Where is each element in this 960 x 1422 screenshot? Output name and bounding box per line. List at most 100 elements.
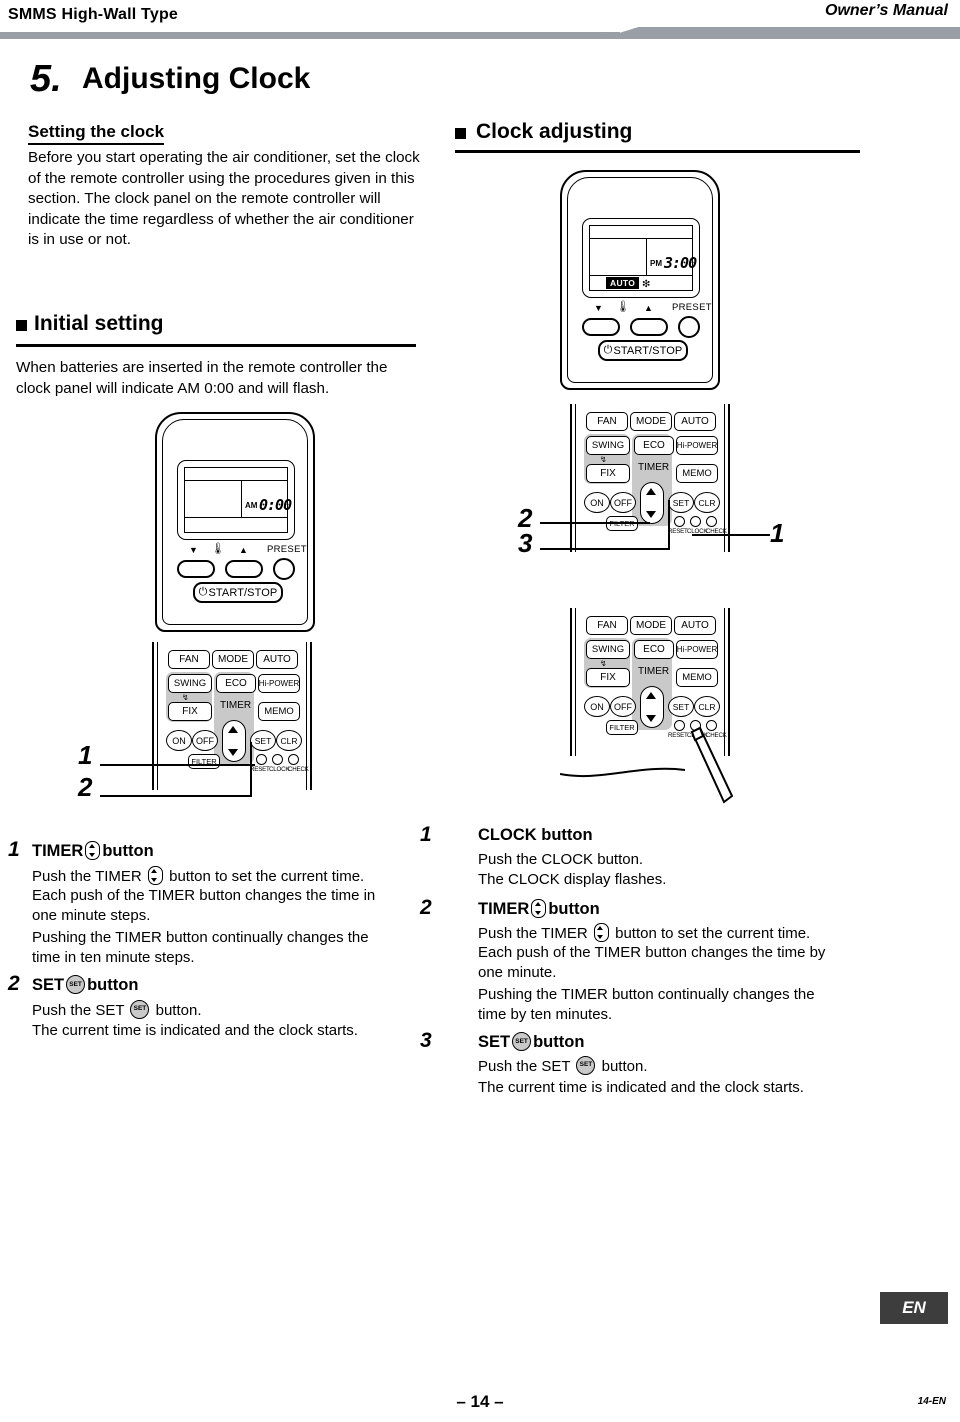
- callout-2-bottom: 2: [78, 772, 93, 802]
- timer-updown-pad[interactable]: [640, 482, 664, 524]
- step-right-2-line-4: Pushing the TIMER button continually cha…: [478, 986, 815, 1003]
- temp-down-button[interactable]: [177, 560, 215, 578]
- triangle-up-icon: ▲: [644, 303, 653, 313]
- step-right-1-heading: CLOCK button: [478, 826, 593, 844]
- timer-on-button[interactable]: ON: [584, 696, 610, 717]
- memo-button[interactable]: MEMO: [676, 464, 718, 483]
- preset-button[interactable]: [678, 316, 700, 338]
- reset-label: RESET: [250, 766, 270, 773]
- remote-top-right-keypad: FAN MODE AUTO SWING ECO Hi-POWER ↯ FIX T…: [570, 404, 730, 552]
- eco-button[interactable]: ECO: [634, 436, 674, 455]
- timer-updown-pad[interactable]: [640, 686, 664, 728]
- temp-up-button[interactable]: [225, 560, 263, 578]
- triangle-down-icon: [646, 715, 656, 722]
- hi-power-button[interactable]: Hi-POWER: [676, 436, 718, 455]
- clr-button[interactable]: CLR: [276, 730, 302, 751]
- mode-button[interactable]: MODE: [630, 616, 672, 635]
- auto-button[interactable]: AUTO: [256, 650, 298, 669]
- temp-up-button[interactable]: [630, 318, 668, 336]
- set-button-icon: SET: [66, 975, 86, 994]
- page-title: Adjusting Clock: [82, 62, 311, 95]
- step-right-3-line-1: Push the SET SET button.: [478, 1056, 648, 1075]
- fan-button[interactable]: FAN: [586, 616, 628, 635]
- auto-button[interactable]: AUTO: [674, 412, 716, 431]
- step-left-1-line-3: one minute steps.: [32, 907, 151, 924]
- fix-button[interactable]: FIX: [586, 668, 630, 687]
- heading-initial-setting: Initial setting: [34, 312, 164, 335]
- set-button[interactable]: SET: [668, 696, 694, 717]
- fan-button[interactable]: FAN: [586, 412, 628, 431]
- timer-off-button[interactable]: OFF: [192, 730, 218, 751]
- remote-top-right: PM 3:00 AUTO ❇ ▼ 🌡 ▲ PRESET ⏻ START/STOP: [560, 170, 720, 390]
- auto-button[interactable]: AUTO: [674, 616, 716, 635]
- callout-1-bottom: 1: [78, 740, 93, 770]
- callout-3-leader-vertical: [668, 500, 670, 549]
- preset-button[interactable]: [273, 558, 295, 580]
- thermometer-icon: 🌡: [616, 301, 630, 313]
- manual-page: SMMS High-Wall Type Owner’s Manual 5. Ad…: [0, 0, 960, 1422]
- triangle-up-icon: ▲: [239, 545, 248, 555]
- step-left-1-line-1: Push the TIMER button to set the current…: [32, 866, 365, 885]
- swing-flap-icon: ↯: [600, 455, 607, 464]
- reset-button[interactable]: [256, 754, 267, 765]
- filter-button[interactable]: FILTER: [188, 754, 220, 769]
- timer-off-button[interactable]: OFF: [610, 492, 636, 513]
- hi-power-button[interactable]: Hi-POWER: [676, 640, 718, 659]
- timer-off-button[interactable]: OFF: [610, 696, 636, 717]
- swing-button[interactable]: SWING: [168, 674, 212, 693]
- start-stop-button[interactable]: ⏻ START/STOP: [598, 340, 688, 361]
- step-right-2-line-3: one minute.: [478, 964, 557, 981]
- clr-button[interactable]: CLR: [694, 492, 720, 513]
- timer-on-button[interactable]: ON: [166, 730, 192, 751]
- initial-setting-paragraph: When batteries are inserted in the remot…: [16, 359, 388, 397]
- eco-button[interactable]: ECO: [216, 674, 256, 693]
- mode-button[interactable]: MODE: [630, 412, 672, 431]
- reset-label: RESET: [668, 528, 688, 535]
- set-button[interactable]: SET: [668, 492, 694, 513]
- timer-on-button[interactable]: ON: [584, 492, 610, 513]
- timer-updown-pad[interactable]: [222, 720, 246, 762]
- step-right-3-heading: SET SET button: [478, 1032, 585, 1051]
- swing-button[interactable]: SWING: [586, 640, 630, 659]
- header-rule-right: [660, 27, 960, 39]
- memo-button[interactable]: MEMO: [258, 702, 300, 721]
- fan-icon: ❇: [642, 279, 651, 290]
- fan-button[interactable]: FAN: [168, 650, 210, 669]
- swing-button[interactable]: SWING: [586, 436, 630, 455]
- check-button[interactable]: [288, 754, 299, 765]
- check-button[interactable]: [706, 516, 717, 527]
- mode-button[interactable]: MODE: [212, 650, 254, 669]
- temp-down-button[interactable]: [582, 318, 620, 336]
- fix-button[interactable]: FIX: [168, 702, 212, 721]
- clr-button[interactable]: CLR: [694, 696, 720, 717]
- memo-button[interactable]: MEMO: [676, 668, 718, 687]
- callout-2-bottom-leader-vertical: [250, 742, 252, 796]
- check-label: CHECK: [288, 766, 309, 773]
- clock-button[interactable]: [690, 516, 701, 527]
- lcd-auto-badge: AUTO: [606, 277, 640, 289]
- callout-leader-curve: [560, 767, 686, 778]
- start-stop-button[interactable]: ⏻ START/STOP: [193, 582, 283, 603]
- fix-button[interactable]: FIX: [586, 464, 630, 483]
- header-product-title: SMMS High-Wall Type: [8, 6, 179, 23]
- step-left-1-line-2: Each push of the TIMER button changes th…: [32, 887, 376, 904]
- clock-button[interactable]: [272, 754, 283, 765]
- thermometer-icon: 🌡: [211, 543, 225, 555]
- filter-button[interactable]: FILTER: [606, 720, 638, 735]
- timer-label: TIMER: [638, 666, 670, 677]
- step-right-2-line-2: Each push of the TIMER button changes th…: [478, 944, 826, 961]
- timer-updown-icon: [147, 866, 163, 885]
- remote-bottom-left-keypad: FAN MODE AUTO SWING ECO Hi-POWER ↯ FIX T…: [152, 642, 312, 790]
- eco-button[interactable]: ECO: [634, 640, 674, 659]
- step-right-1-number: 1: [420, 823, 432, 846]
- hi-power-button[interactable]: Hi-POWER: [258, 674, 300, 693]
- set-button[interactable]: SET: [250, 730, 276, 751]
- lcd-ampm: PM: [650, 259, 662, 268]
- reset-button[interactable]: [674, 516, 685, 527]
- bullet-square-clock-adjusting: [455, 128, 466, 139]
- header-manual-label: Owner’s Manual: [825, 2, 948, 19]
- rule-clock-adjusting: [455, 150, 860, 153]
- set-button-icon: SET: [512, 1032, 532, 1051]
- step-right-1-line-1: Push the CLOCK button.: [478, 851, 644, 868]
- subheading-setting-the-clock: Setting the clock: [28, 122, 165, 145]
